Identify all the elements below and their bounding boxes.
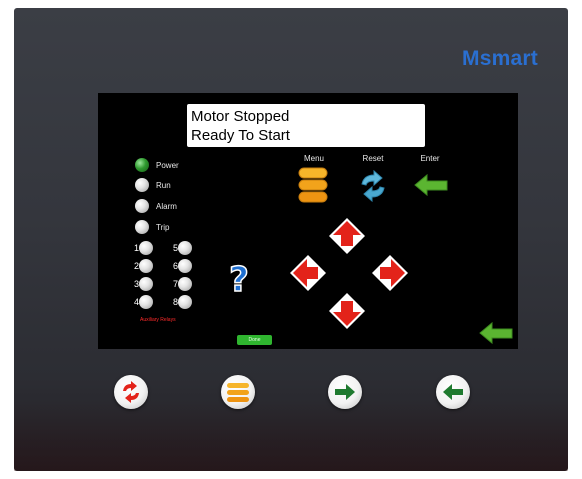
enter-shortcut-icon[interactable] bbox=[478, 321, 514, 345]
refresh-icon bbox=[123, 381, 139, 403]
reset-icon[interactable] bbox=[356, 169, 390, 203]
aux-relay-2: 2 bbox=[132, 259, 153, 273]
indicator-power: Power bbox=[135, 158, 179, 172]
right-arrow-icon[interactable] bbox=[370, 253, 410, 293]
indicator-run: Run bbox=[135, 178, 171, 192]
enter-icon[interactable] bbox=[413, 173, 449, 197]
hw-back-button[interactable] bbox=[436, 375, 470, 409]
aux-relay-7: 7 bbox=[171, 277, 192, 291]
aux-number: 1 bbox=[133, 243, 139, 253]
aux-number: 8 bbox=[172, 297, 178, 307]
left-arrow-icon[interactable] bbox=[288, 253, 328, 293]
aux-relays-caption: Auxiliary Relays bbox=[140, 317, 176, 323]
trip-led bbox=[135, 220, 149, 234]
done-button[interactable]: Done bbox=[237, 335, 272, 345]
indicator-trip: Trip bbox=[135, 220, 169, 234]
hw-reset-button[interactable] bbox=[114, 375, 148, 409]
hw-menu-button[interactable] bbox=[221, 375, 255, 409]
status-display: Motor Stopped Ready To Start bbox=[187, 104, 425, 147]
aux-relay-3: 3 bbox=[132, 277, 153, 291]
aux-number: 4 bbox=[133, 297, 139, 307]
brand-logo: Msmart bbox=[462, 47, 538, 70]
aux-number: 6 bbox=[172, 261, 178, 271]
aux-led bbox=[139, 259, 153, 273]
run-led bbox=[135, 178, 149, 192]
indicator-label: Power bbox=[156, 160, 179, 170]
aux-number: 7 bbox=[172, 279, 178, 289]
status-line-1: Motor Stopped bbox=[191, 108, 290, 125]
aux-led bbox=[178, 295, 192, 309]
hmi-device: Msmart Motor Stopped Ready To Start Powe… bbox=[14, 8, 568, 471]
aux-number: 3 bbox=[133, 279, 139, 289]
aux-led bbox=[139, 295, 153, 309]
touch-screen: Motor Stopped Ready To Start Power Run A… bbox=[98, 93, 518, 349]
menu-icon[interactable] bbox=[298, 167, 328, 203]
aux-led bbox=[178, 259, 192, 273]
indicator-label: Alarm bbox=[156, 201, 177, 211]
reset-label: Reset bbox=[362, 154, 384, 163]
up-arrow-icon[interactable] bbox=[327, 216, 367, 256]
menu-icon bbox=[227, 383, 249, 402]
aux-led bbox=[139, 241, 153, 255]
aux-led bbox=[178, 277, 192, 291]
aux-relay-8: 8 bbox=[171, 295, 192, 309]
svg-text:?: ? bbox=[229, 260, 249, 295]
power-led bbox=[135, 158, 149, 172]
arrow-left-icon bbox=[443, 384, 463, 400]
aux-relay-6: 6 bbox=[171, 259, 192, 273]
alarm-led bbox=[135, 199, 149, 213]
menu-label: Menu bbox=[303, 154, 324, 163]
aux-number: 5 bbox=[172, 243, 178, 253]
aux-led bbox=[139, 277, 153, 291]
status-line-2: Ready To Start bbox=[191, 127, 290, 144]
hw-next-button[interactable] bbox=[328, 375, 362, 409]
aux-relay-5: 5 bbox=[171, 241, 192, 255]
down-arrow-icon[interactable] bbox=[327, 291, 367, 331]
indicator-label: Trip bbox=[156, 222, 170, 232]
aux-relay-4: 4 bbox=[132, 295, 153, 309]
enter-label: Enter bbox=[420, 154, 440, 163]
aux-led bbox=[178, 241, 192, 255]
aux-relay-1: 1 bbox=[132, 241, 153, 255]
indicator-label: Run bbox=[156, 180, 171, 190]
aux-number: 2 bbox=[133, 261, 139, 271]
indicator-alarm: Alarm bbox=[135, 199, 177, 213]
arrow-right-icon bbox=[335, 384, 355, 400]
help-icon[interactable]: ? bbox=[224, 259, 254, 295]
